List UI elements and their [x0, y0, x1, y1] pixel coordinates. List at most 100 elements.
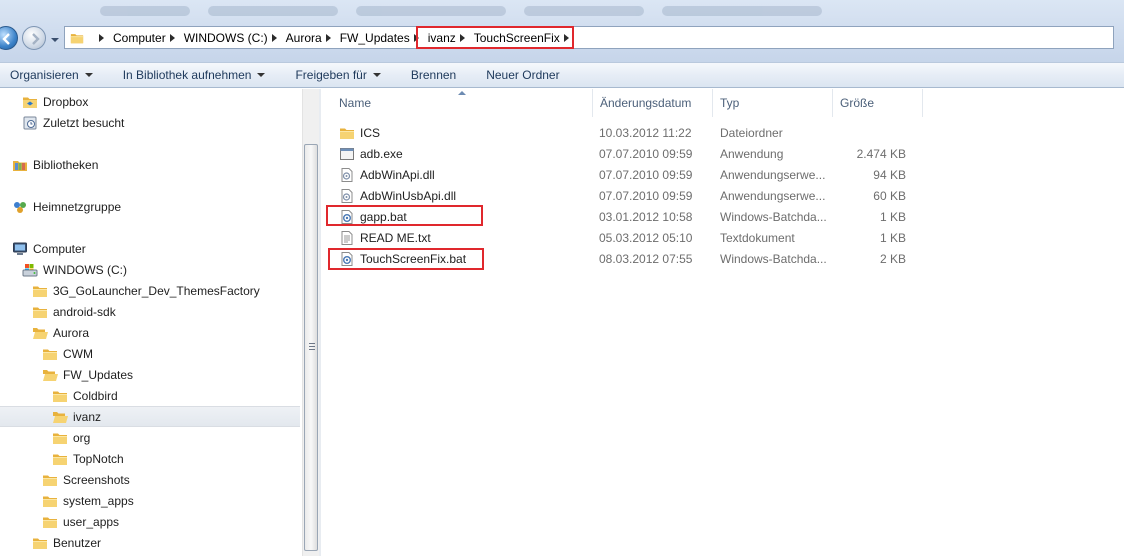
file-type: Windows-Batchda...	[720, 209, 827, 224]
folder-icon	[52, 451, 68, 467]
sort-ascending-icon	[458, 91, 466, 95]
caret-down-icon	[372, 73, 381, 77]
nav-item-ivanz[interactable]: ivanz	[0, 406, 300, 427]
file-date: 10.03.2012 11:22	[599, 125, 692, 140]
folder-icon	[32, 283, 48, 299]
chevron-right-icon	[99, 33, 104, 42]
column-header-size[interactable]: Größe	[833, 89, 923, 117]
file-date: 07.07.2010 09:59	[599, 188, 693, 203]
exe-icon	[339, 146, 355, 162]
file-row[interactable]: READ ME.txt 05.03.2012 05:10 Textdokumen…	[321, 227, 1124, 248]
folder-icon	[42, 514, 58, 530]
dll-icon	[339, 167, 355, 183]
folder-icon	[52, 388, 68, 404]
computer-icon	[12, 241, 28, 257]
homegroup-icon	[12, 199, 28, 215]
text-file-icon	[339, 230, 355, 246]
nav-item-computer[interactable]: Computer	[12, 239, 86, 258]
chevron-right-icon[interactable]	[271, 33, 277, 42]
dll-icon	[339, 188, 355, 204]
file-size: 1 KB	[879, 230, 906, 245]
address-box[interactable]: Computer WINDOWS (C:) Aurora FW_Updates …	[64, 26, 1114, 49]
file-name-cell: AdbWinUsbApi.dll	[339, 185, 456, 206]
nav-item-system-apps[interactable]: system_apps	[42, 491, 134, 510]
file-row[interactable]: AdbWinUsbApi.dll 07.07.2010 09:59 Anwend…	[321, 185, 1124, 206]
nav-item-screenshots[interactable]: Screenshots	[42, 470, 130, 489]
command-bar: Organisieren In Bibliothek aufnehmen Fre…	[0, 62, 1124, 88]
organize-button[interactable]: Organisieren	[10, 68, 93, 82]
breadcrumb-fw-updates[interactable]: FW_Updates	[340, 31, 428, 45]
folder-open-icon	[42, 367, 58, 383]
file-list: Name Änderungsdatum Typ Größe ICS 10.03.…	[321, 89, 1124, 556]
file-row[interactable]: adb.exe 07.07.2010 09:59 Anwendung 2.474…	[321, 143, 1124, 164]
folder-icon	[32, 535, 48, 551]
include-in-library-button[interactable]: In Bibliothek aufnehmen	[123, 68, 266, 82]
caret-down-icon	[84, 73, 93, 77]
address-bar-area: Computer WINDOWS (C:) Aurora FW_Updates …	[0, 0, 1124, 62]
folder-icon	[52, 430, 68, 446]
nav-item-cwm[interactable]: CWM	[42, 344, 93, 363]
nav-item-topnotch[interactable]: TopNotch	[52, 449, 124, 468]
file-name-cell: READ ME.txt	[339, 227, 431, 248]
chevron-right-icon[interactable]	[169, 33, 175, 42]
file-type: Textdokument	[720, 230, 795, 245]
nav-item-fw-updates[interactable]: FW_Updates	[42, 365, 133, 384]
share-with-button[interactable]: Freigeben für	[295, 68, 381, 82]
navigation-pane: Dropbox Zuletzt besucht Bibliotheken Hei…	[0, 89, 302, 556]
nav-item-org[interactable]: org	[52, 428, 90, 447]
nav-item-coldbird[interactable]: Coldbird	[52, 386, 118, 405]
nav-item-homegroup[interactable]: Heimnetzgruppe	[12, 197, 121, 216]
chevron-down-icon	[51, 38, 59, 42]
folder-icon	[42, 472, 58, 488]
nav-item-recent[interactable]: Zuletzt besucht	[22, 113, 124, 132]
nav-item-golauncher[interactable]: 3G_GoLauncher_Dev_ThemesFactory	[32, 281, 260, 300]
folder-icon	[32, 304, 48, 320]
arrow-right-icon	[32, 33, 40, 45]
new-folder-button[interactable]: Neuer Ordner	[486, 68, 559, 82]
file-type: Anwendungserwe...	[720, 188, 826, 203]
drive-icon	[22, 262, 38, 278]
library-icon	[12, 157, 28, 173]
forward-button[interactable]	[22, 26, 46, 50]
chevron-right-icon[interactable]	[325, 33, 331, 42]
folder-icon	[69, 31, 85, 45]
breadcrumb-computer[interactable]: Computer	[113, 31, 184, 45]
breadcrumb-windows-drive[interactable]: WINDOWS (C:)	[184, 31, 286, 45]
recent-places-icon	[22, 115, 38, 131]
file-date: 05.03.2012 05:10	[599, 230, 693, 245]
scrollbar-thumb[interactable]	[304, 144, 318, 551]
nav-item-benutzer[interactable]: Benutzer	[32, 533, 101, 552]
file-size: 2.474 KB	[856, 146, 906, 161]
folder-icon	[339, 125, 355, 141]
recent-pages-button[interactable]	[50, 34, 60, 44]
file-type: Windows-Batchda...	[720, 251, 827, 266]
file-date: 03.01.2012 10:58	[599, 209, 693, 224]
column-header-name[interactable]: Name	[321, 89, 593, 117]
nav-item-user-apps[interactable]: user_apps	[42, 512, 119, 531]
column-header-type[interactable]: Typ	[713, 89, 833, 117]
dropbox-icon	[22, 94, 38, 110]
column-headers: Name Änderungsdatum Typ Größe	[321, 89, 1124, 117]
file-size: 94 KB	[873, 167, 906, 182]
nav-item-aurora[interactable]: Aurora	[32, 323, 89, 342]
file-name-cell: adb.exe	[339, 143, 403, 164]
file-date: 07.07.2010 09:59	[599, 146, 693, 161]
nav-item-libraries[interactable]: Bibliotheken	[12, 155, 98, 174]
navigation-scrollbar[interactable]	[302, 89, 319, 556]
file-size	[834, 122, 906, 143]
column-header-date[interactable]: Änderungsdatum	[593, 89, 713, 117]
breadcrumb-aurora[interactable]: Aurora	[286, 31, 340, 45]
back-button[interactable]	[0, 26, 18, 50]
nav-item-windows-drive[interactable]: WINDOWS (C:)	[22, 260, 127, 279]
nav-item-dropbox[interactable]: Dropbox	[22, 92, 88, 111]
annotation-highlight-breadcrumb	[416, 26, 574, 49]
breadcrumb-separator[interactable]	[95, 33, 113, 42]
background-window-tabs	[100, 6, 1104, 22]
file-row[interactable]: ICS 10.03.2012 11:22 Dateiordner	[321, 122, 1124, 143]
nav-item-android-sdk[interactable]: android-sdk	[32, 302, 116, 321]
caret-down-icon	[257, 73, 266, 77]
file-size: 2 KB	[879, 251, 906, 266]
file-row[interactable]: AdbWinApi.dll 07.07.2010 09:59 Anwendung…	[321, 164, 1124, 185]
burn-button[interactable]: Brennen	[411, 68, 456, 82]
folder-icon	[42, 493, 58, 509]
